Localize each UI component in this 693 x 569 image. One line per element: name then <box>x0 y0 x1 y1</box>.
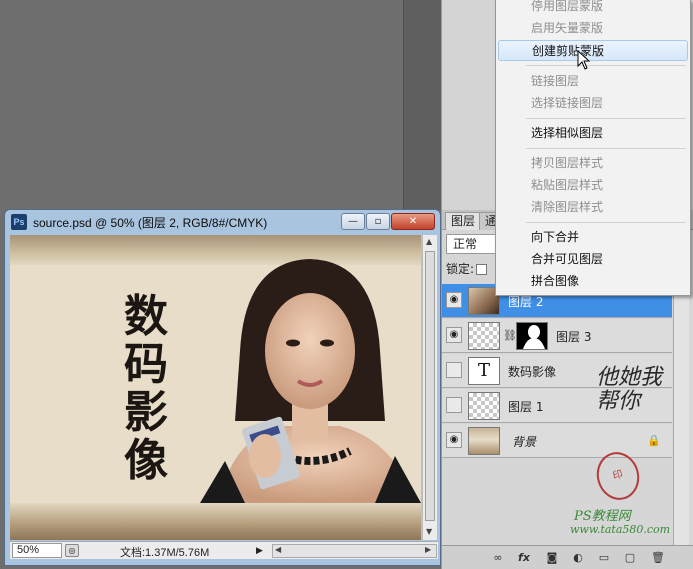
vertical-scrollbar[interactable]: ▲ ▼ <box>422 235 437 540</box>
scroll-left-arrow-icon[interactable]: ◀ <box>275 545 281 554</box>
layer-name: 图层 3 <box>556 330 592 344</box>
menu-separator <box>526 148 686 149</box>
zoom-options-icon[interactable]: ◎ <box>65 544 79 557</box>
menu-item-clear-layer-style[interactable]: 清除图层样式 <box>498 197 688 218</box>
scroll-up-arrow-icon[interactable]: ▲ <box>426 237 432 246</box>
tab-layers[interactable]: 图层 <box>445 212 482 230</box>
zoom-input[interactable]: 50% <box>12 543 62 558</box>
menu-separator <box>526 222 686 223</box>
chain-link-icon[interactable]: ⛓ <box>503 329 517 342</box>
status-menu-arrow-icon[interactable]: ▶ <box>256 545 263 556</box>
link-icon[interactable]: ∞ <box>490 550 506 565</box>
menu-item-flatten-image[interactable]: 拼合图像 <box>498 271 688 292</box>
menu-item-enable-vector-mask[interactable]: 启用矢量蒙版 <box>498 18 688 39</box>
menu-item-create-clipping-mask[interactable]: 创建剪贴蒙版 <box>498 40 688 61</box>
portrait-photo <box>200 259 421 503</box>
eye-icon-hidden[interactable] <box>446 362 462 378</box>
document-title: source.psd @ 50% (图层 2, RGB/8#/CMYK) <box>33 216 268 230</box>
layer-thumbnail <box>468 322 500 350</box>
menu-separator <box>526 65 686 66</box>
document-window: Ps source.psd @ 50% (图层 2, RGB/8#/CMYK) … <box>4 209 441 566</box>
layers-panel-footer: ∞ fx ◙ ◐ ▭ ▢ 🗑 <box>442 545 693 569</box>
photoshop-logo-icon: Ps <box>11 214 27 230</box>
layer-name: 背景 <box>512 435 537 449</box>
text-layer-thumbnail: T <box>468 357 500 385</box>
horizontal-scrollbar[interactable]: ◀ ▶ <box>272 544 437 558</box>
layer-name: 数码影像 <box>508 365 557 379</box>
layer-mask-thumbnail[interactable] <box>516 322 548 350</box>
layer-context-menu: 停用图层蒙版 启用矢量蒙版 创建剪贴蒙版 链接图层 选择链接图层 选择相似图层 … <box>495 0 691 296</box>
scroll-paper-bottom <box>10 503 421 540</box>
scroll-thumb[interactable] <box>425 251 435 521</box>
maximize-button[interactable]: ▫ <box>366 213 390 230</box>
watermark-calligraphy: 他她我帮你 <box>596 365 663 414</box>
mask-silhouette-icon <box>523 325 545 349</box>
menu-item-merge-visible[interactable]: 合并可见图层 <box>498 249 688 270</box>
lock-transparency-checkbox[interactable] <box>476 264 488 275</box>
adjustment-icon[interactable]: ◐ <box>570 550 586 565</box>
minimize-button[interactable]: — <box>341 213 365 230</box>
menu-item-link-layers[interactable]: 链接图层 <box>498 71 688 92</box>
layer-row-3[interactable]: ◉ ⛓ 图层 3 <box>442 319 672 353</box>
canvas-calligraphy-text: 数 码 影 像 <box>124 291 168 486</box>
eye-icon[interactable]: ◉ <box>446 432 462 448</box>
lock-row: 锁定: <box>446 260 488 277</box>
watermark-url: www.tata580.com <box>570 523 671 536</box>
menu-separator <box>526 118 686 119</box>
eye-icon[interactable]: ◉ <box>446 292 462 308</box>
menu-item-merge-down[interactable]: 向下合并 <box>498 227 688 248</box>
layer-row-background[interactable]: ◉ 背景 🔒 <box>442 424 672 458</box>
new-layer-icon[interactable]: ▢ <box>622 550 638 565</box>
mouse-cursor-icon <box>577 50 591 70</box>
lock-icon: 🔒 <box>647 434 661 447</box>
layer-thumbnail <box>468 392 500 420</box>
layer-name: 图层 1 <box>508 400 544 414</box>
folder-icon[interactable]: ▭ <box>596 550 612 565</box>
document-titlebar[interactable]: Ps source.psd @ 50% (图层 2, RGB/8#/CMYK) … <box>5 210 440 234</box>
lock-label: 锁定: <box>446 262 475 276</box>
background-thumbnail <box>468 427 500 455</box>
document-size-readout: 文档:1.37M/5.76M <box>120 547 210 559</box>
menu-item-disable-layer-mask[interactable]: 停用图层蒙版 <box>498 0 688 17</box>
workspace-gutter <box>403 0 443 210</box>
scroll-right-arrow-icon[interactable]: ▶ <box>425 545 431 554</box>
close-button[interactable]: ✕ <box>391 213 435 230</box>
layers-scrollbar[interactable] <box>673 284 689 546</box>
document-status-bar: 50% ◎ 文档:1.37M/5.76M ▶ ◀ ▶ <box>10 541 438 559</box>
menu-item-select-similar-layers[interactable]: 选择相似图层 <box>498 123 688 144</box>
eye-icon[interactable]: ◉ <box>446 327 462 343</box>
scroll-down-arrow-icon[interactable]: ▼ <box>426 527 432 536</box>
menu-item-select-linked-layers[interactable]: 选择链接图层 <box>498 93 688 114</box>
menu-item-copy-layer-style[interactable]: 拷贝图层样式 <box>498 153 688 174</box>
trash-icon[interactable]: 🗑 <box>650 550 666 565</box>
image-canvas[interactable]: 数 码 影 像 <box>10 235 421 540</box>
mask-icon[interactable]: ◙ <box>544 550 560 565</box>
eye-icon-hidden[interactable] <box>446 397 462 413</box>
menu-item-paste-layer-style[interactable]: 粘贴图层样式 <box>498 175 688 196</box>
fx-icon[interactable]: fx <box>516 550 532 565</box>
watermark-site-name: PS教程网 <box>574 509 631 524</box>
